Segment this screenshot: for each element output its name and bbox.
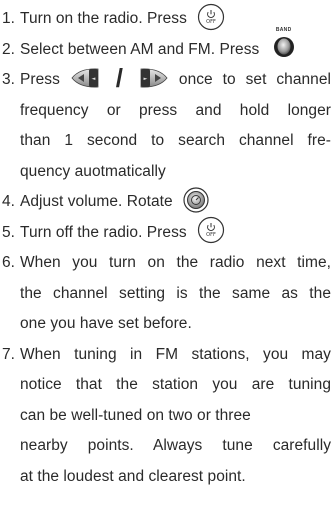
step-text-line: quency auotmatically (20, 162, 166, 180)
separator-slash: / (115, 62, 124, 93)
step-7: 7. When tuning in FM stations, you may n… (2, 340, 333, 493)
step-text-line: frequency or press and hold longer (20, 101, 331, 119)
tune-down-button-icon: ◄ (70, 66, 102, 90)
svg-text:◄: ◄ (91, 76, 95, 82)
step-text-line: nearby points. Always tune carefully (20, 437, 331, 454)
step-6: 6. When you turn on the radio next time,… (2, 248, 333, 340)
step-text-line: can be well-tuned on two or three (20, 406, 251, 424)
step-number: 1. (2, 10, 16, 27)
step-text: Turn on the radio. Press (20, 10, 187, 27)
step-text-line: one you have set before. (20, 315, 192, 332)
step-text: Turn off the radio. Press (20, 223, 187, 241)
tune-up-button-icon: ► (137, 66, 169, 90)
step-text-line: When tuning in FM stations, you may (20, 345, 331, 363)
instruction-list: 1. Turn on the radio. Press OFF 2. Selec… (2, 3, 333, 493)
step-text: Adjust volume. Rotate (20, 193, 173, 210)
power-button-icon: OFF (197, 3, 225, 31)
step-number: 3. (2, 71, 16, 88)
power-button-icon: OFF (197, 216, 225, 244)
band-button-icon: BAND (270, 27, 298, 59)
step-text: Press (20, 71, 60, 88)
step-text-line: at the loudest and clearest point. (20, 467, 246, 485)
step-text-line: notice that the station you are tuning (20, 376, 331, 393)
step-number: 4. (2, 193, 16, 210)
step-text: Select between AM and FM. Press (20, 40, 260, 58)
step-2: 2. Select between AM and FM. Press BAND (2, 27, 333, 66)
step-3: 3. Press ◄ / ► once to set channel frequ… (2, 65, 333, 187)
step-text-line: than 1 second to search channel fre- (20, 132, 331, 149)
step-text-line: the channel setting is the same as the (20, 284, 331, 302)
step-text-line: When you turn on the radio next time, (20, 254, 331, 271)
step-number: 5. (2, 223, 16, 241)
step-4: 4. Adjust volume. Rotate (2, 187, 333, 218)
step-5: 5. Turn off the radio. Press OFF (2, 216, 333, 249)
step-number: 6. (2, 254, 16, 271)
step-number: 7. (2, 345, 16, 363)
volume-knob-icon (183, 187, 209, 213)
step-number: 2. (2, 40, 16, 58)
svg-text:►: ► (144, 76, 148, 82)
band-label: BAND (275, 27, 292, 34)
svg-text:OFF: OFF (206, 19, 216, 25)
svg-text:OFF: OFF (206, 232, 216, 238)
step-text: once to set channel (178, 71, 332, 88)
